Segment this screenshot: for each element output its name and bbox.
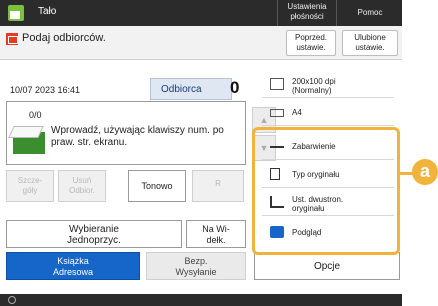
delete-recipient-button[interactable]: Usuń Odbior.: [58, 170, 106, 202]
recipient-label: Odbiorca: [150, 78, 232, 100]
one-touch-dial-button[interactable]: Wybieranie Jednoprzyc.: [6, 220, 182, 248]
divider: [277, 0, 278, 26]
keypad-icon: [13, 132, 45, 154]
resolution-icon: [270, 78, 284, 90]
status-icon: [8, 296, 16, 304]
fax-warning-icon: [6, 33, 18, 45]
bottom-bar: [0, 294, 402, 306]
paper-size-setting[interactable]: A4: [262, 100, 394, 126]
on-hook-button[interactable]: Na Wi- dełk.: [186, 220, 246, 248]
paper-icon: [270, 109, 284, 117]
address-book-button[interactable]: Książka Adresowa: [6, 252, 140, 280]
previous-settings-button[interactable]: Poprzed. ustawie.: [286, 30, 336, 56]
input-hint: Wprowadź, używając klawiszy num. po praw…: [51, 125, 224, 148]
details-button[interactable]: Szcze- góły: [6, 170, 54, 202]
recipient-count: 0: [230, 78, 240, 97]
recipient-index: 0/0: [29, 110, 42, 120]
fax-app-icon: [8, 5, 24, 21]
direct-send-button[interactable]: Bezp. Wysyłanie: [146, 252, 246, 280]
resolution-setting[interactable]: 200x100 dpi (Normalny): [262, 72, 394, 98]
datetime: 10/07 2023 16:41: [10, 85, 81, 95]
recipient-input-area[interactable]: 0/0 Wprowadź, używając klawiszy num. po …: [6, 101, 246, 165]
callout-badge: a: [412, 159, 438, 185]
top-bar: Tało Ustawienia płośności Pomoc: [0, 0, 402, 26]
highlight-frame: [252, 127, 400, 255]
divider: [336, 0, 337, 26]
r-button[interactable]: R: [192, 170, 244, 202]
settings-button[interactable]: Ustawienia płośności: [282, 2, 332, 22]
favorite-settings-button[interactable]: Ulubione ustawie.: [342, 30, 398, 56]
help-button[interactable]: Pomoc: [342, 8, 398, 18]
header: Podaj odbiorców. Poprzed. ustawie. Ulubi…: [0, 26, 402, 60]
tone-button[interactable]: Tonowo: [128, 170, 186, 202]
options-button[interactable]: Opcje: [254, 252, 400, 280]
app-title: Tało: [38, 6, 57, 17]
page-title: Podaj odbiorców.: [22, 32, 106, 44]
